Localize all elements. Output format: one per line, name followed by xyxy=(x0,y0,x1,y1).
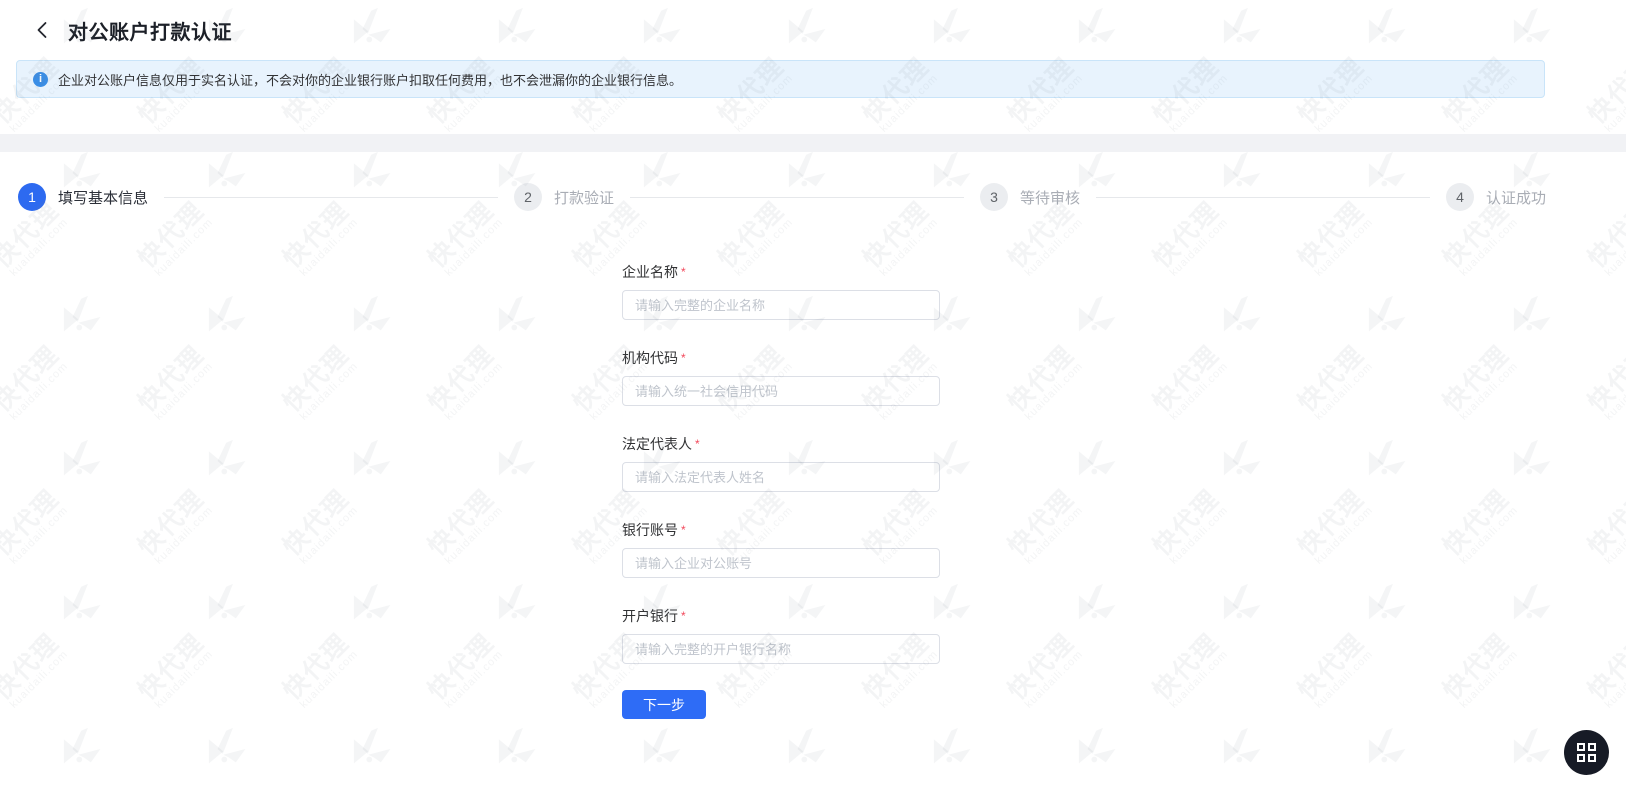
verification-page: 对公账户打款认证 i 企业对公账户信息仅用于实名认证，不会对你的企业银行账户扣取… xyxy=(0,0,1626,786)
chevron-left-icon xyxy=(37,22,47,38)
field-bank-name: 开户银行 * xyxy=(622,606,940,664)
step-number-badge: 4 xyxy=(1446,183,1474,211)
field-label: 机构代码 * xyxy=(622,350,686,366)
step-success: 4 认证成功 xyxy=(1446,183,1546,211)
step-label: 等待审核 xyxy=(1020,189,1081,207)
page-title: 对公账户打款认证 xyxy=(68,21,232,44)
org-code-input[interactable] xyxy=(622,376,940,406)
field-label: 企业名称 * xyxy=(622,264,686,280)
section-divider xyxy=(0,134,1626,152)
field-bank-account: 银行账号 * xyxy=(622,520,940,578)
account-form: 企业名称* 机构代码* 法定代表人* 银行账号* 开户银行* 下一步 xyxy=(622,262,940,719)
back-button[interactable] xyxy=(30,18,54,42)
step-label: 打款验证 xyxy=(554,189,615,207)
legal-representative-input[interactable] xyxy=(622,462,940,492)
required-mark: * xyxy=(681,265,686,279)
notice-banner: i 企业对公账户信息仅用于实名认证，不会对你的企业银行账户扣取任何费用，也不会泄… xyxy=(16,60,1545,98)
brand-watermark-text: 快代理kuaidaili.com xyxy=(1582,52,1626,135)
main-content: 1 填写基本信息 2 打款验证 3 等待审核 4 认证成功 企业名称 * 请输入… xyxy=(0,152,1626,786)
step-connector xyxy=(1096,196,1430,198)
step-fill-basic-info: 1 填写基本信息 xyxy=(18,183,148,211)
field-company-name: 企业名称 * xyxy=(622,262,940,320)
step-number-badge: 3 xyxy=(980,183,1008,211)
step-label: 填写基本信息 xyxy=(58,189,149,207)
floating-widget-button[interactable] xyxy=(1564,730,1609,775)
step-await-review: 3 等待审核 xyxy=(980,183,1080,211)
required-mark: * xyxy=(681,351,686,365)
stepper: 1 填写基本信息 2 打款验证 3 等待审核 4 认证成功 xyxy=(0,152,1626,220)
company-name-input[interactable] xyxy=(622,290,940,320)
required-mark: * xyxy=(695,437,700,451)
grid-icon xyxy=(1577,743,1596,762)
next-step-button[interactable]: 下一步 xyxy=(622,690,706,719)
field-label: 法定代表人 * xyxy=(622,436,700,452)
field-org-code: 机构代码 * xyxy=(622,348,940,406)
required-mark: * xyxy=(681,523,686,537)
step-label: 认证成功 xyxy=(1486,189,1547,207)
page-header: 对公账户打款认证 xyxy=(0,0,1626,60)
notice-text: 企业对公账户信息仅用于实名认证，不会对你的企业银行账户扣取任何费用，也不会泄漏你… xyxy=(58,72,683,88)
info-icon: i xyxy=(33,71,48,87)
step-number-badge: 1 xyxy=(18,183,46,211)
field-label: 开户银行 * xyxy=(622,608,686,624)
field-legal-representative: 法定代表人 * xyxy=(622,434,940,492)
bank-account-input[interactable] xyxy=(622,548,940,578)
step-connector xyxy=(164,196,498,198)
step-number-badge: 2 xyxy=(514,183,542,211)
step-connector xyxy=(630,196,964,198)
step-payment-verify: 2 打款验证 xyxy=(514,183,614,211)
required-mark: * xyxy=(681,609,686,623)
bank-name-input[interactable] xyxy=(622,634,940,664)
field-label: 银行账号 * xyxy=(622,522,686,538)
